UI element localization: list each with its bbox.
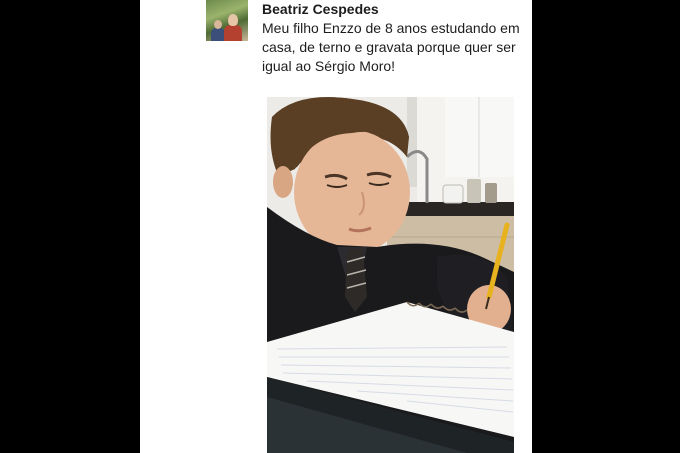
post-photo[interactable] — [267, 97, 514, 453]
post-caption: Meu filho Enzzo de 8 anos estudando em c… — [262, 20, 520, 75]
post-author-name[interactable]: Beatriz Cespedes — [262, 1, 379, 17]
screenshot-frame: Beatriz Cespedes Meu filho Enzzo de 8 an… — [0, 0, 680, 453]
avatar[interactable] — [206, 0, 248, 41]
facebook-post: Beatriz Cespedes Meu filho Enzzo de 8 an… — [140, 0, 532, 453]
photo-illustration — [267, 97, 514, 453]
